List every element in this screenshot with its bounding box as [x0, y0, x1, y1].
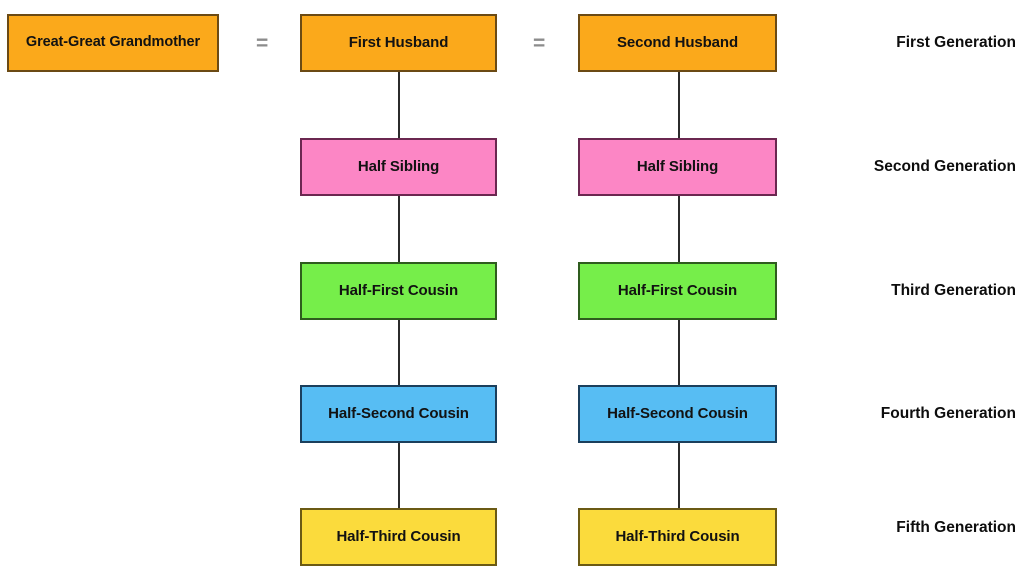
generation-label: Fifth Generation: [896, 519, 1016, 536]
marriage-equals-sign: =: [256, 32, 269, 55]
person-box: Half-First Cousin: [578, 262, 777, 320]
lineage-connector: [678, 196, 680, 262]
person-box: Half-Third Cousin: [300, 508, 497, 566]
lineage-connector: [398, 443, 400, 508]
lineage-connector: [678, 72, 680, 138]
generation-label: Third Generation: [891, 282, 1016, 299]
person-box: First Husband: [300, 14, 497, 72]
lineage-connector: [678, 320, 680, 385]
person-box: Half-Second Cousin: [300, 385, 497, 443]
person-box: Great-Great Grandmother: [7, 14, 219, 72]
lineage-connector: [678, 443, 680, 508]
person-box: Second Husband: [578, 14, 777, 72]
generation-label: Fourth Generation: [880, 405, 1016, 422]
person-box: Half Sibling: [578, 138, 777, 196]
lineage-connector: [398, 196, 400, 262]
generation-label: First Generation: [896, 34, 1016, 51]
marriage-equals-sign: =: [533, 32, 546, 55]
person-box: Half-First Cousin: [300, 262, 497, 320]
lineage-connector: [398, 320, 400, 385]
person-box: Half Sibling: [300, 138, 497, 196]
person-box: Half-Second Cousin: [578, 385, 777, 443]
person-box: Half-Third Cousin: [578, 508, 777, 566]
half-relationship-diagram: Great-Great Grandmother First Husband Half…: [0, 0, 1024, 577]
lineage-connector: [398, 72, 400, 138]
generation-label: Second Generation: [873, 158, 1016, 175]
